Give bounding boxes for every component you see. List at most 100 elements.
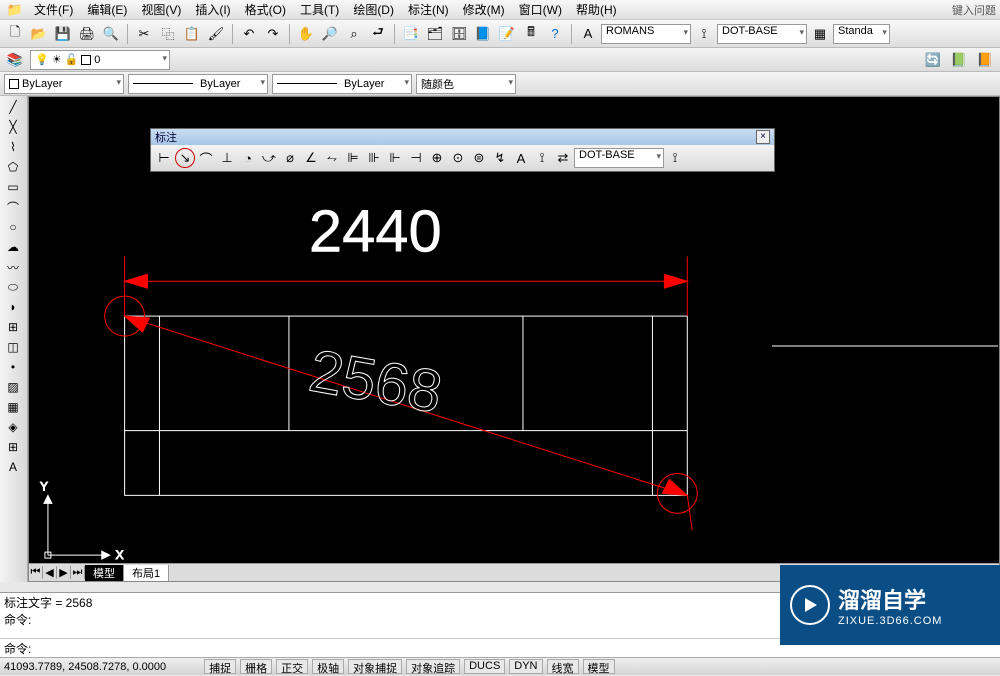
jog-line-icon[interactable]: ↯ xyxy=(490,148,510,168)
new-icon[interactable]: 🗋 xyxy=(4,23,26,45)
redo-icon[interactable]: ↷ xyxy=(262,23,284,45)
dim-style-dropdown[interactable]: DOT-BASE xyxy=(574,148,664,168)
dim-ordinate-icon[interactable]: ⊥ xyxy=(217,148,237,168)
menu-dimension[interactable]: 标注(N) xyxy=(402,0,455,20)
dim-space-icon[interactable]: ⊩ xyxy=(385,148,405,168)
dimstyle-icon[interactable]: ⟟ xyxy=(693,23,715,45)
revcloud-icon[interactable]: ☁ xyxy=(2,238,24,256)
zoom-prev-icon[interactable]: ⮐ xyxy=(367,23,389,45)
properties-icon[interactable]: 📑 xyxy=(400,23,422,45)
help-search-hint[interactable]: 键入问题 xyxy=(952,2,996,18)
dim-arc-icon[interactable]: ⌒ xyxy=(196,148,216,168)
grid-toggle[interactable]: 栅格 xyxy=(240,659,272,674)
tab-next-icon[interactable]: ▶ xyxy=(57,566,71,579)
tablestyle-dropdown[interactable]: Standa xyxy=(833,24,890,44)
layer-manager-icon[interactable]: 📚 xyxy=(4,49,26,71)
otrack-toggle[interactable]: 对象追踪 xyxy=(406,659,460,674)
dimension-toolbar-panel[interactable]: 标注 × ⊢ ↘ ⌒ ⊥ ◔ ⤻ ⌀ ∠ ⥊ ⊫ ⊪ ⊩ ⊣ ⊕ ⊙ ⊜ ↯ A… xyxy=(150,128,775,172)
layer-dropdown[interactable]: 💡 ☀ 🔓 0 xyxy=(30,50,170,70)
dim-quick-icon[interactable]: ⥊ xyxy=(322,148,342,168)
lineweight-dropdown[interactable]: ByLayer xyxy=(272,74,412,94)
save-icon[interactable]: 💾 xyxy=(52,23,74,45)
ellipse-icon[interactable]: ⬭ xyxy=(2,278,24,296)
match-icon[interactable]: 🖌 xyxy=(205,23,227,45)
design-center-icon[interactable]: 🗂 xyxy=(424,23,446,45)
sheet-set-icon[interactable]: 📘 xyxy=(472,23,494,45)
menu-insert[interactable]: 插入(I) xyxy=(189,0,236,20)
copy-icon[interactable]: ⿻ xyxy=(157,23,179,45)
textstyle-dropdown[interactable]: ROMANS xyxy=(601,24,691,44)
undo-icon[interactable]: ↶ xyxy=(238,23,260,45)
dim-tedit-icon[interactable]: ⟟ xyxy=(532,148,552,168)
dim-aligned-icon[interactable]: ↘ xyxy=(175,148,195,168)
calc-icon[interactable]: 🖩 xyxy=(520,23,542,45)
menu-file[interactable]: 文件(F) xyxy=(28,0,79,20)
dim-break-icon[interactable]: ⊣ xyxy=(406,148,426,168)
spline-icon[interactable]: 〰 xyxy=(2,258,24,276)
plot-icon[interactable]: 🖨 xyxy=(76,23,98,45)
dim-baseline-icon[interactable]: ⊫ xyxy=(343,148,363,168)
layer-prev-icon[interactable]: 🔄 xyxy=(922,49,944,71)
dim-radius-icon[interactable]: ◔ xyxy=(238,148,258,168)
layer-iso-icon[interactable]: 📗 xyxy=(948,49,970,71)
help-icon[interactable]: ? xyxy=(544,23,566,45)
dim-style-mgr-icon[interactable]: ⟟ xyxy=(665,148,685,168)
menu-tools[interactable]: 工具(T) xyxy=(294,0,345,20)
polar-toggle[interactable]: 极轴 xyxy=(312,659,344,674)
textstyle-icon[interactable]: A xyxy=(577,23,599,45)
dim-jogged-icon[interactable]: ⤻ xyxy=(259,148,279,168)
dyn-toggle[interactable]: DYN xyxy=(509,659,542,674)
dim-continue-icon[interactable]: ⊪ xyxy=(364,148,384,168)
open-icon[interactable]: 📂 xyxy=(28,23,50,45)
close-icon[interactable]: × xyxy=(756,130,770,144)
dimstyle-dropdown[interactable]: DOT-BASE xyxy=(717,24,807,44)
tab-first-icon[interactable]: ⏮ xyxy=(29,566,43,579)
color-dropdown[interactable]: ByLayer xyxy=(4,74,124,94)
markup-icon[interactable]: 📝 xyxy=(496,23,518,45)
inspect-icon[interactable]: ⊜ xyxy=(469,148,489,168)
pline-icon[interactable]: ⌇ xyxy=(2,138,24,156)
menu-view[interactable]: 视图(V) xyxy=(135,0,187,20)
zoom-win-icon[interactable]: ⌕ xyxy=(343,23,365,45)
rectangle-icon[interactable]: ▭ xyxy=(2,178,24,196)
dim-linear-icon[interactable]: ⊢ xyxy=(154,148,174,168)
lwt-toggle[interactable]: 线宽 xyxy=(547,659,579,674)
pan-icon[interactable]: ✋ xyxy=(295,23,317,45)
model-toggle[interactable]: 模型 xyxy=(583,659,615,674)
center-mark-icon[interactable]: ⊙ xyxy=(448,148,468,168)
zoom-rt-icon[interactable]: 🔎 xyxy=(319,23,341,45)
menu-help[interactable]: 帮助(H) xyxy=(570,0,623,20)
line-icon[interactable]: ╱ xyxy=(2,98,24,116)
menu-window[interactable]: 窗口(W) xyxy=(513,0,568,20)
table-icon[interactable]: ⊞ xyxy=(2,438,24,456)
point-icon[interactable]: • xyxy=(2,358,24,376)
osnap-toggle[interactable]: 对象捕捉 xyxy=(348,659,402,674)
insert-icon[interactable]: ⊞ xyxy=(2,318,24,336)
polygon-icon[interactable]: ⬠ xyxy=(2,158,24,176)
gradient-icon[interactable]: ▦ xyxy=(2,398,24,416)
dim-update-icon[interactable]: ⇄ xyxy=(553,148,573,168)
cut-icon[interactable]: ✂ xyxy=(133,23,155,45)
arc-icon[interactable]: ⌒ xyxy=(2,198,24,216)
hatch-icon[interactable]: ▨ xyxy=(2,378,24,396)
tablestyle-icon[interactable]: ▦ xyxy=(809,23,831,45)
ducs-toggle[interactable]: DUCS xyxy=(464,659,505,674)
xline-icon[interactable]: ╳ xyxy=(2,118,24,136)
model-tab[interactable]: 模型 xyxy=(85,565,124,581)
tolerance-icon[interactable]: ⊕ xyxy=(427,148,447,168)
linetype-dropdown[interactable]: ByLayer xyxy=(128,74,268,94)
panel-titlebar[interactable]: 标注 × xyxy=(151,129,774,145)
tab-prev-icon[interactable]: ◀ xyxy=(43,566,57,579)
plotstyle-dropdown[interactable]: 随颜色 xyxy=(416,74,516,94)
mtext-icon[interactable]: A xyxy=(2,458,24,476)
menu-draw[interactable]: 绘图(D) xyxy=(347,0,400,20)
paste-icon[interactable]: 📋 xyxy=(181,23,203,45)
region-icon[interactable]: ◈ xyxy=(2,418,24,436)
dim-angular-icon[interactable]: ∠ xyxy=(301,148,321,168)
tab-last-icon[interactable]: ⏭ xyxy=(71,566,85,579)
tool-palettes-icon[interactable]: 🗄 xyxy=(448,23,470,45)
block-icon[interactable]: ◫ xyxy=(2,338,24,356)
layer-walk-icon[interactable]: 📙 xyxy=(974,49,996,71)
menu-edit[interactable]: 编辑(E) xyxy=(81,0,133,20)
circle-icon[interactable]: ○ xyxy=(2,218,24,236)
